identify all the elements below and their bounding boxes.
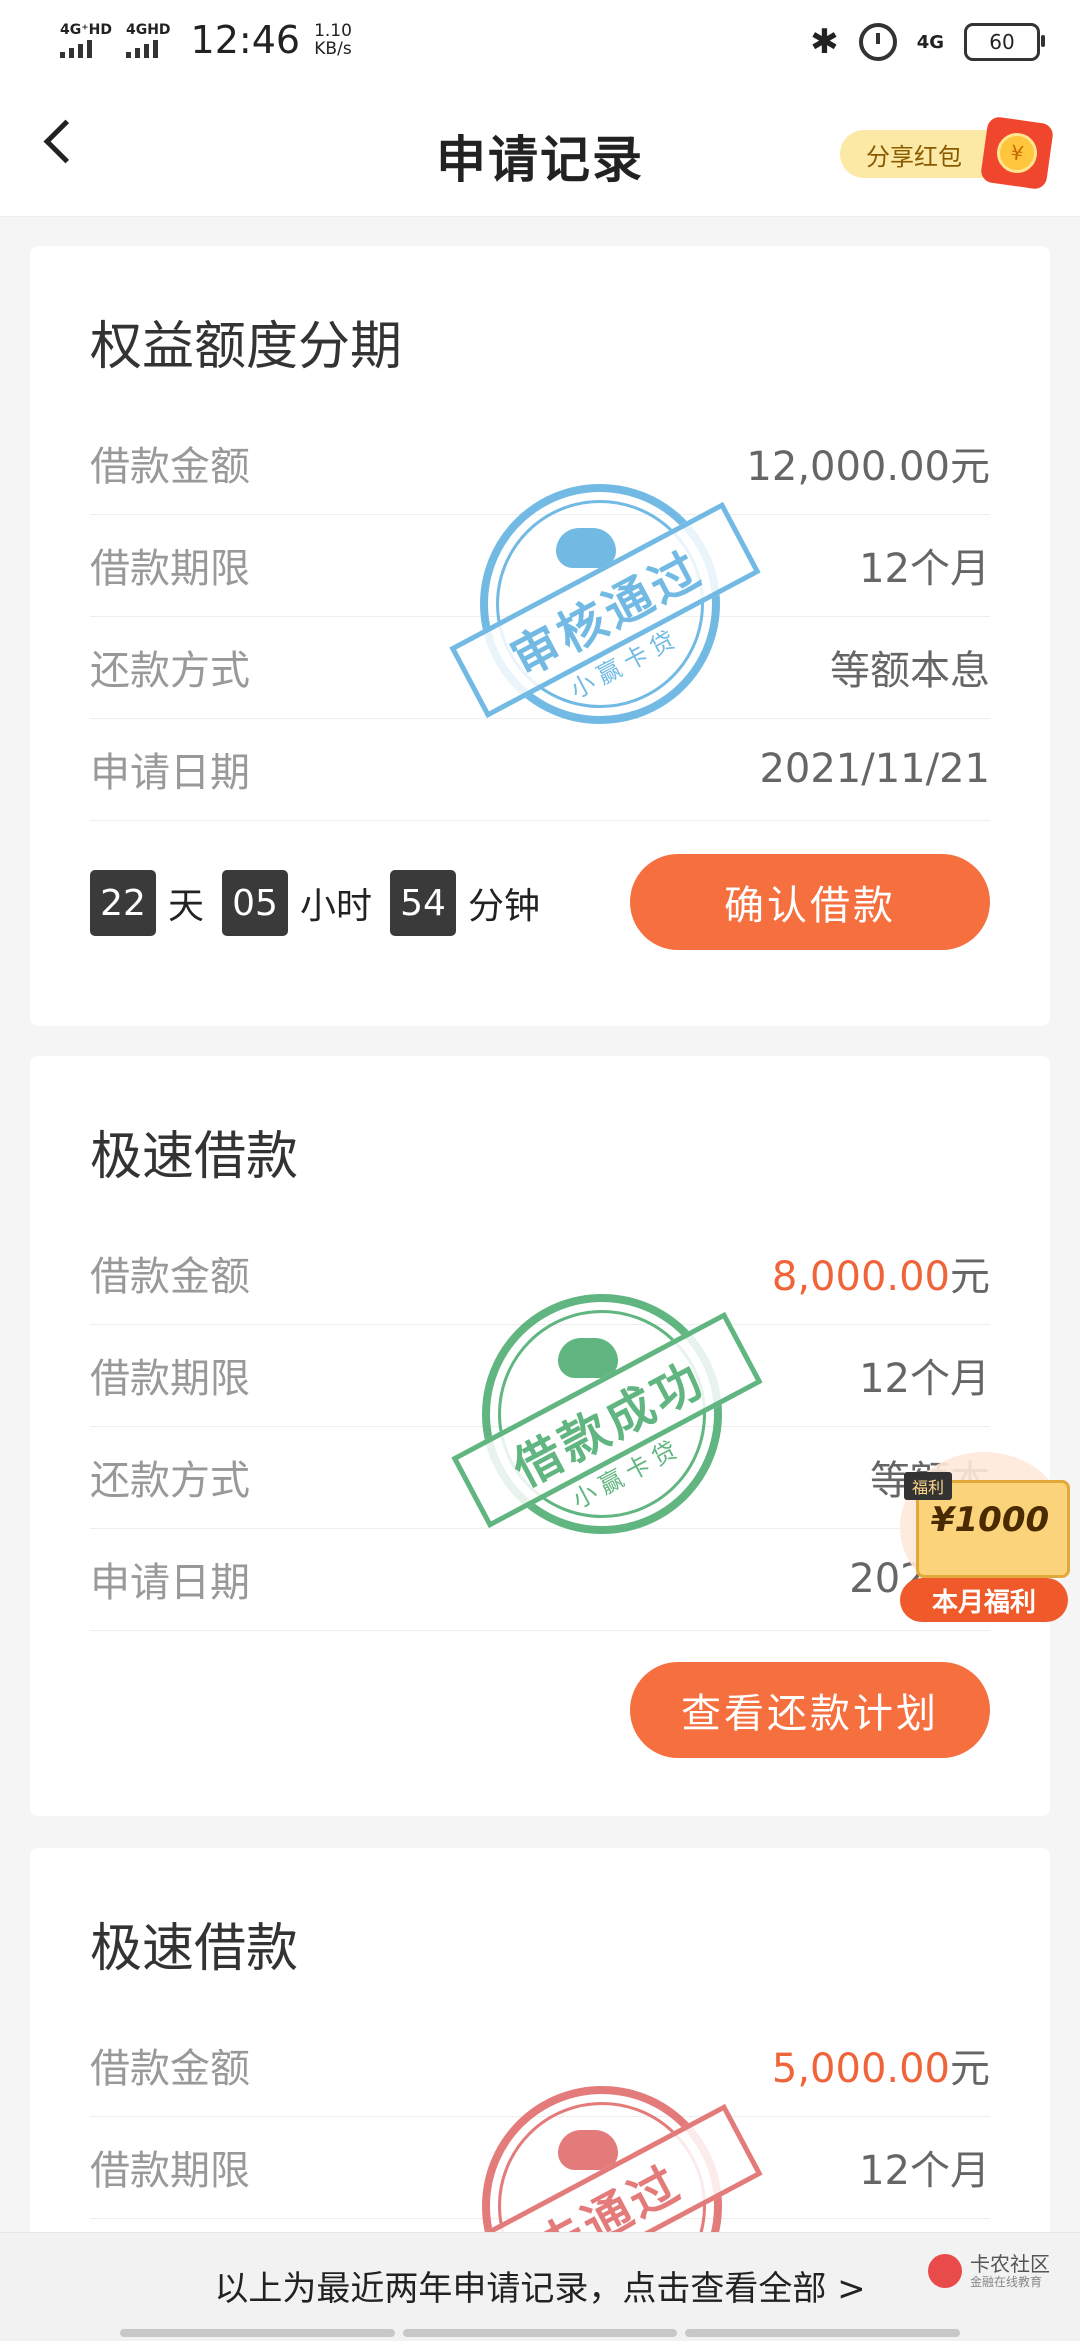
flower-logo-icon [928,2254,962,2288]
countdown-days-unit: 天 [168,886,205,927]
application-card-1: 权益额度分期 借款金额 12,000.00元 借款期限 12个月 还款方式 等额… [30,246,1050,1026]
row-repayment-method: 还款方式 等额本息 [90,616,990,719]
status-bar: 4G⁺HD 4GHD 12:46 1.10 KB/s ✱ 4G 60 [0,0,1080,84]
net-speed-value: 1.10 [314,21,352,41]
row-label: 借款金额 [90,2046,250,2092]
net-speed: 1.10 KB/s [314,22,352,58]
countdown-minutes-unit: 分钟 [468,886,541,927]
loan-amount-unit: 元 [950,1254,990,1300]
row-loan-amount: 借款金额 12,000.00元 [90,412,990,515]
signal-1-label: 4G⁺HD [60,22,112,38]
countdown-hours-unit: 小时 [300,886,373,927]
row-label: 还款方式 [90,1458,250,1504]
clock: 12:46 [190,18,301,62]
application-card-3: 极速借款 借款金额 5,000.00元 借款期限 12个月 未通过 [30,1848,1050,2268]
row-label: 申请日期 [90,750,250,796]
loan-amount-unit: 元 [950,2046,990,2092]
row-label: 还款方式 [90,648,250,694]
row-value: 8,000.00元 [772,1244,990,1302]
loan-amount-value: 5,000.00 [771,2046,950,2092]
row-loan-term: 借款期限 12个月 [90,2116,990,2219]
welfare-tag: 福利 [904,1472,953,1500]
loan-amount-value: 8,000.00 [771,1254,950,1300]
coin-icon: ¥ [994,130,1040,176]
row-value: 12个月 [859,546,990,592]
row-value: 12,000.00元 [746,444,990,490]
countdown-hours: 05 [222,870,289,936]
welfare-amount: ¥1000 [930,1500,1050,1540]
row-label: 借款金额 [90,444,250,490]
view-repayment-plan-button[interactable]: 查看还款计划 [630,1662,990,1758]
row-loan-amount: 借款金额 8,000.00元 [90,1222,990,1325]
countdown-minutes: 54 [390,870,457,936]
confirm-loan-button[interactable]: 确认借款 [630,854,990,950]
view-all-link[interactable]: 以上为最近两年申请记录，点击查看全部 > [0,2261,1080,2310]
share-red-packet-button[interactable]: 分享红包 ¥ [840,115,1055,191]
bluetooth-icon: ✱ [810,22,839,62]
watermark: 卡农社区 金融在线教育 [928,2253,1050,2289]
row-value: 12个月 [859,2148,990,2194]
card-title: 极速借款 [90,1919,299,1979]
card-title: 极速借款 [90,1127,299,1187]
row-loan-term: 借款期限 12个月 [90,514,990,617]
signal-1: 4G⁺HD [60,22,112,58]
signal-2-label: 4GHD [125,22,171,38]
alarm-icon [858,23,897,61]
row-apply-date: 申请日期 2021/11/21 [90,718,990,821]
red-envelope-icon: ¥ [979,115,1055,191]
signal-bars-icon [125,40,158,58]
countdown-days: 22 [90,870,156,936]
battery-level: 60 [989,30,1015,54]
watermark-subtitle: 金融在线教育 [970,2275,1043,2289]
watermark-title: 卡农社区 [970,2252,1050,2276]
row-label: 借款期限 [90,546,250,592]
row-label: 借款金额 [90,1254,250,1300]
net-speed-unit: KB/s [314,39,352,59]
row-label: 借款期限 [90,1356,250,1402]
monthly-welfare-float-button[interactable]: 福利 ¥1000 本月福利 [898,1452,1074,1622]
row-label: 借款期限 [90,2148,250,2194]
row-value: 5,000.00元 [772,2036,990,2094]
battery-icon: 60 [964,23,1045,61]
application-card-2: 极速借款 借款金额 8,000.00元 借款期限 12个月 还款方式 等额本 申… [30,1056,1050,1816]
network-4g-label: 4G [916,31,944,53]
row-value: 2021/11/21 [759,746,990,792]
row-value: 12个月 [859,1356,990,1402]
app-header: 申请记录 分享红包 ¥ [0,84,1080,217]
row-repayment-method: 还款方式 等额本 [90,1426,990,1529]
countdown-timer: 22 天 05 小时 54 分钟 [90,870,546,936]
row-label: 申请日期 [90,1560,250,1606]
signal-2: 4GHD [125,22,171,58]
row-loan-term: 借款期限 12个月 [90,1324,990,1427]
row-loan-amount: 借款金额 5,000.00元 [90,2014,990,2117]
signal-bars-icon [60,40,92,58]
row-apply-date: 申请日期 2021/1 [90,1528,990,1631]
card-title: 权益额度分期 [90,317,403,377]
view-all-footer[interactable]: 以上为最近两年申请记录，点击查看全部 > 卡农社区 金融在线教育 [0,2232,1080,2341]
row-value: 等额本息 [830,648,990,694]
gesture-bar [120,2329,961,2337]
welfare-label: 本月福利 [900,1578,1068,1622]
